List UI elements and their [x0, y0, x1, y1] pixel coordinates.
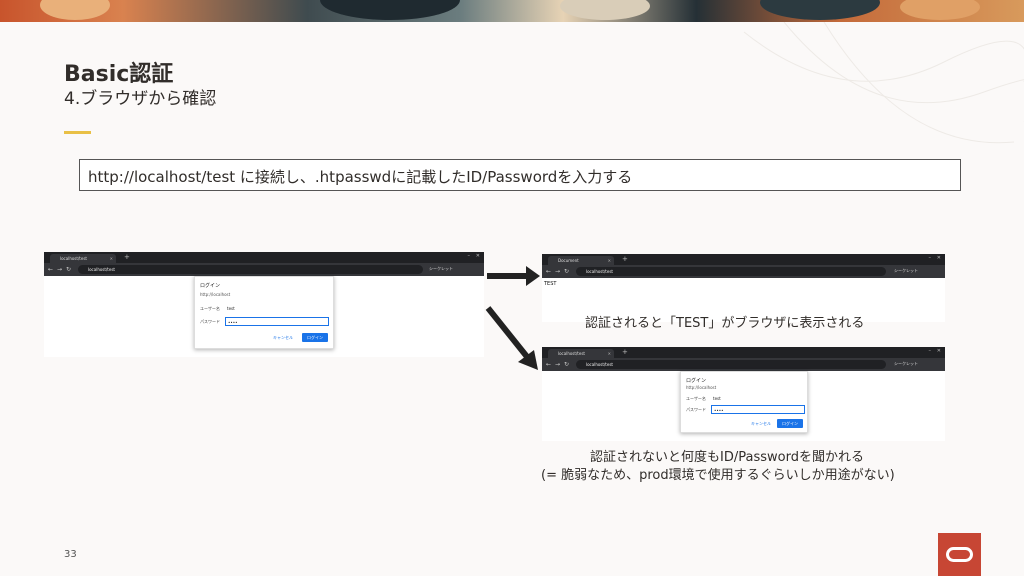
accent-bar — [64, 131, 91, 134]
page-body-text: TEST — [544, 281, 557, 287]
forward-icon[interactable]: → — [57, 266, 62, 273]
back-icon[interactable]: ← — [546, 361, 551, 368]
address-bar: ← → ↻ localhost/test シークレット — [44, 263, 484, 276]
incognito-label[interactable]: シークレット — [429, 266, 453, 272]
incognito-label[interactable]: シークレット — [894, 268, 918, 274]
tab-bar: localhost/test ✕ + – ✕ — [44, 252, 484, 263]
browser-tab[interactable]: localhost/test ✕ — [50, 254, 116, 263]
login-button[interactable]: ログイン — [777, 419, 803, 428]
dialog-host: http://localhost — [686, 385, 717, 390]
cancel-button[interactable]: キャンセル — [273, 335, 293, 341]
password-label: パスワード — [686, 407, 706, 412]
arrow-down-right-icon — [485, 306, 538, 370]
forward-icon[interactable]: → — [555, 361, 560, 368]
reload-icon[interactable]: ↻ — [564, 268, 569, 275]
minimize-icon[interactable]: – — [468, 253, 471, 259]
reload-icon[interactable]: ↻ — [66, 266, 71, 273]
cancel-button[interactable]: キャンセル — [751, 421, 771, 427]
username-label: ユーザー名 — [200, 306, 220, 311]
page-number: 33 — [64, 549, 77, 560]
dialog-title: ログイン — [200, 283, 221, 289]
new-tab-icon[interactable]: + — [622, 255, 628, 263]
caption-fail-line2: (= 脆弱なため、prod環境で使用するぐらいしか用途がない) — [541, 468, 895, 483]
omnibox[interactable]: localhost/test — [576, 360, 886, 369]
address-bar: ← → ↻ localhost/test シークレット — [542, 265, 945, 278]
username-field[interactable]: test — [225, 304, 329, 313]
header-banner — [0, 0, 1024, 22]
username-field[interactable]: test — [711, 394, 805, 403]
oracle-logo-icon — [938, 533, 981, 576]
tab-bar: Document ✕ + – ✕ — [542, 254, 945, 265]
address-bar: ← → ↻ localhost/test シークレット — [542, 358, 945, 371]
window-close-icon[interactable]: ✕ — [476, 253, 480, 259]
page-content: ログイン http://localhost ユーザー名 test パスワード •… — [542, 371, 945, 441]
slide-subtitle: 4.ブラウザから確認 — [64, 89, 217, 109]
back-icon[interactable]: ← — [48, 266, 53, 273]
reload-icon[interactable]: ↻ — [564, 361, 569, 368]
flow-arrows — [485, 266, 540, 370]
window-close-icon[interactable]: ✕ — [937, 348, 941, 354]
incognito-label[interactable]: シークレット — [894, 361, 918, 367]
minimize-icon[interactable]: – — [929, 255, 932, 261]
decorative-pattern — [743, 22, 1024, 144]
window-close-icon[interactable]: ✕ — [937, 255, 941, 261]
back-icon[interactable]: ← — [546, 268, 551, 275]
omnibox[interactable]: localhost/test — [78, 265, 423, 274]
password-field[interactable]: •••• — [711, 405, 805, 414]
instruction-box: http://localhost/test に接続し、.htpasswdに記載し… — [79, 159, 961, 191]
login-dialog: ログイン http://localhost ユーザー名 test パスワード •… — [194, 276, 334, 349]
login-dialog: ログイン http://localhost ユーザー名 test パスワード •… — [680, 371, 808, 433]
forward-icon[interactable]: → — [555, 268, 560, 275]
arrow-right-icon — [487, 266, 540, 286]
close-tab-icon[interactable]: ✕ — [608, 351, 611, 356]
close-tab-icon[interactable]: ✕ — [608, 258, 611, 263]
browser-tab[interactable]: Document ✕ — [548, 256, 614, 265]
browser-fail: localhost/test ✕ + – ✕ ← → ↻ localhost/te… — [542, 347, 945, 441]
new-tab-icon[interactable]: + — [124, 253, 130, 261]
tab-bar: localhost/test ✕ + – ✕ — [542, 347, 945, 358]
browser-tab[interactable]: localhost/test ✕ — [548, 349, 614, 358]
password-label: パスワード — [200, 319, 220, 324]
new-tab-icon[interactable]: + — [622, 348, 628, 356]
caption-success: 認証されると「TEST」がブラウザに表示される — [585, 316, 865, 331]
minimize-icon[interactable]: – — [929, 348, 932, 354]
omnibox[interactable]: localhost/test — [576, 267, 886, 276]
page-content: ログイン http://localhost ユーザー名 test パスワード •… — [44, 276, 484, 357]
login-button[interactable]: ログイン — [302, 333, 328, 342]
username-label: ユーザー名 — [686, 396, 706, 401]
caption-fail-line1: 認証されないと何度もID/Passwordを聞かれる — [590, 450, 864, 465]
password-field[interactable]: •••• — [225, 317, 329, 326]
dialog-title: ログイン — [686, 378, 707, 384]
dialog-host: http://localhost — [200, 292, 231, 297]
close-tab-icon[interactable]: ✕ — [110, 256, 113, 261]
browser-login: localhost/test ✕ + – ✕ ← → ↻ localhost/te… — [44, 252, 484, 357]
